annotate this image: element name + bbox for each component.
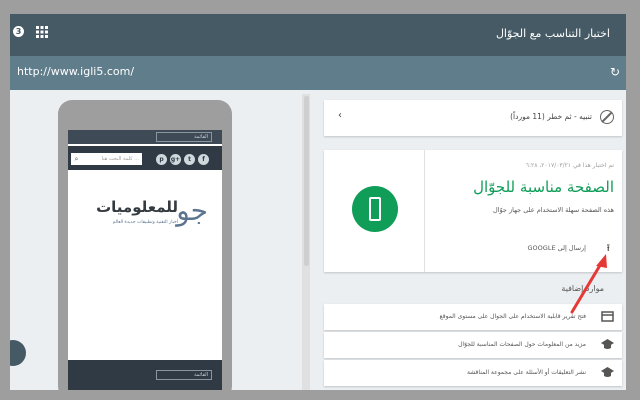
resource-label: نشر التعليقات أو الأسئلة على مجموعة المن…	[466, 369, 586, 376]
result-divider	[424, 150, 425, 272]
site-logo: جو للمعلوميات أخبار التقنية وتطبيقات جدي…	[88, 194, 208, 244]
resources-heading: موارد إضافية	[561, 284, 604, 293]
logo-mark: جو	[176, 194, 208, 227]
phone-screen: القائمة ⌕ كلمة البحث هنا ... f t g+ p جو…	[68, 130, 222, 390]
pinterest-icon: p	[156, 154, 167, 165]
chevron-left-icon[interactable]: ‹	[338, 110, 342, 121]
blocked-icon	[600, 110, 614, 124]
resource-item[interactable]: مزيد من المعلومات حول الصفحات المناسبة ل…	[324, 332, 622, 358]
result-card: تم اختبار هذا في ٢٠١٧/٠٣/٢١، ٦:٢٨ الصفحة…	[324, 150, 622, 272]
submit-to-google-link[interactable]: إرسال إلى GOOGLE	[528, 244, 586, 252]
preview-search-input: كلمة البحث هنا ...	[82, 153, 142, 165]
preview-bottom-menu-button: القائمة	[156, 370, 212, 380]
school-icon	[601, 367, 614, 377]
app-window: 3 اختبار التناسب مع الجوّال http://www.i…	[10, 14, 626, 390]
warning-card[interactable]: ‹ تنبيه - ثم خطر (11 مورداً)	[324, 100, 622, 136]
preview-menu-button: القائمة	[156, 132, 212, 142]
facebook-icon: f	[198, 154, 209, 165]
page-title: اختبار التناسب مع الجوّال	[495, 27, 610, 40]
logo-text: للمعلوميات	[96, 198, 178, 216]
apps-icon[interactable]	[36, 26, 48, 38]
logo-subtitle: أخبار التقنية وتطبيقات جديدة العالم	[112, 220, 178, 225]
header-bar: 3 اختبار التناسب مع الجوّال	[10, 14, 626, 56]
url-text[interactable]: http://www.igli5.com/	[17, 65, 134, 78]
mobile-friendly-badge	[352, 186, 398, 232]
notification-badge[interactable]: 3	[13, 26, 24, 37]
resource-item[interactable]: نشر التعليقات أو الأسئلة على مجموعة المن…	[324, 360, 622, 386]
report-icon	[601, 311, 614, 322]
twitter-icon: t	[184, 154, 195, 165]
refresh-icon[interactable]: ↻	[610, 65, 620, 79]
result-description: هذه الصفحة سهلة الاستخدام على جهاز جوّال	[493, 206, 614, 214]
result-headline: الصفحة مناسبة للجوّال	[473, 178, 614, 196]
resource-item[interactable]: فتح تقرير قابلية الاستخدام على الجوال عل…	[324, 304, 622, 330]
warning-text: تنبيه - ثم خطر (11 مورداً)	[510, 112, 592, 121]
google-plus-icon: g+	[170, 154, 181, 165]
preview-scrollbar-thumb[interactable]	[304, 96, 309, 266]
resource-label: فتح تقرير قابلية الاستخدام على الجوال عل…	[439, 313, 586, 320]
preview-search-icon: ⌕	[71, 153, 82, 165]
preview-top-menu: القائمة	[68, 130, 222, 144]
url-bar: http://www.igli5.com/ ↻	[10, 56, 626, 90]
test-date: تم اختبار هذا في ٢٠١٧/٠٣/٢١، ٦:٢٨	[525, 162, 614, 169]
resource-label: مزيد من المعلومات حول الصفحات المناسبة ل…	[458, 341, 586, 348]
smartphone-icon	[369, 197, 381, 221]
upload-icon[interactable]: ⭱	[607, 241, 611, 258]
preview-bottom-menu: القائمة	[68, 360, 222, 390]
school-icon	[601, 339, 614, 349]
